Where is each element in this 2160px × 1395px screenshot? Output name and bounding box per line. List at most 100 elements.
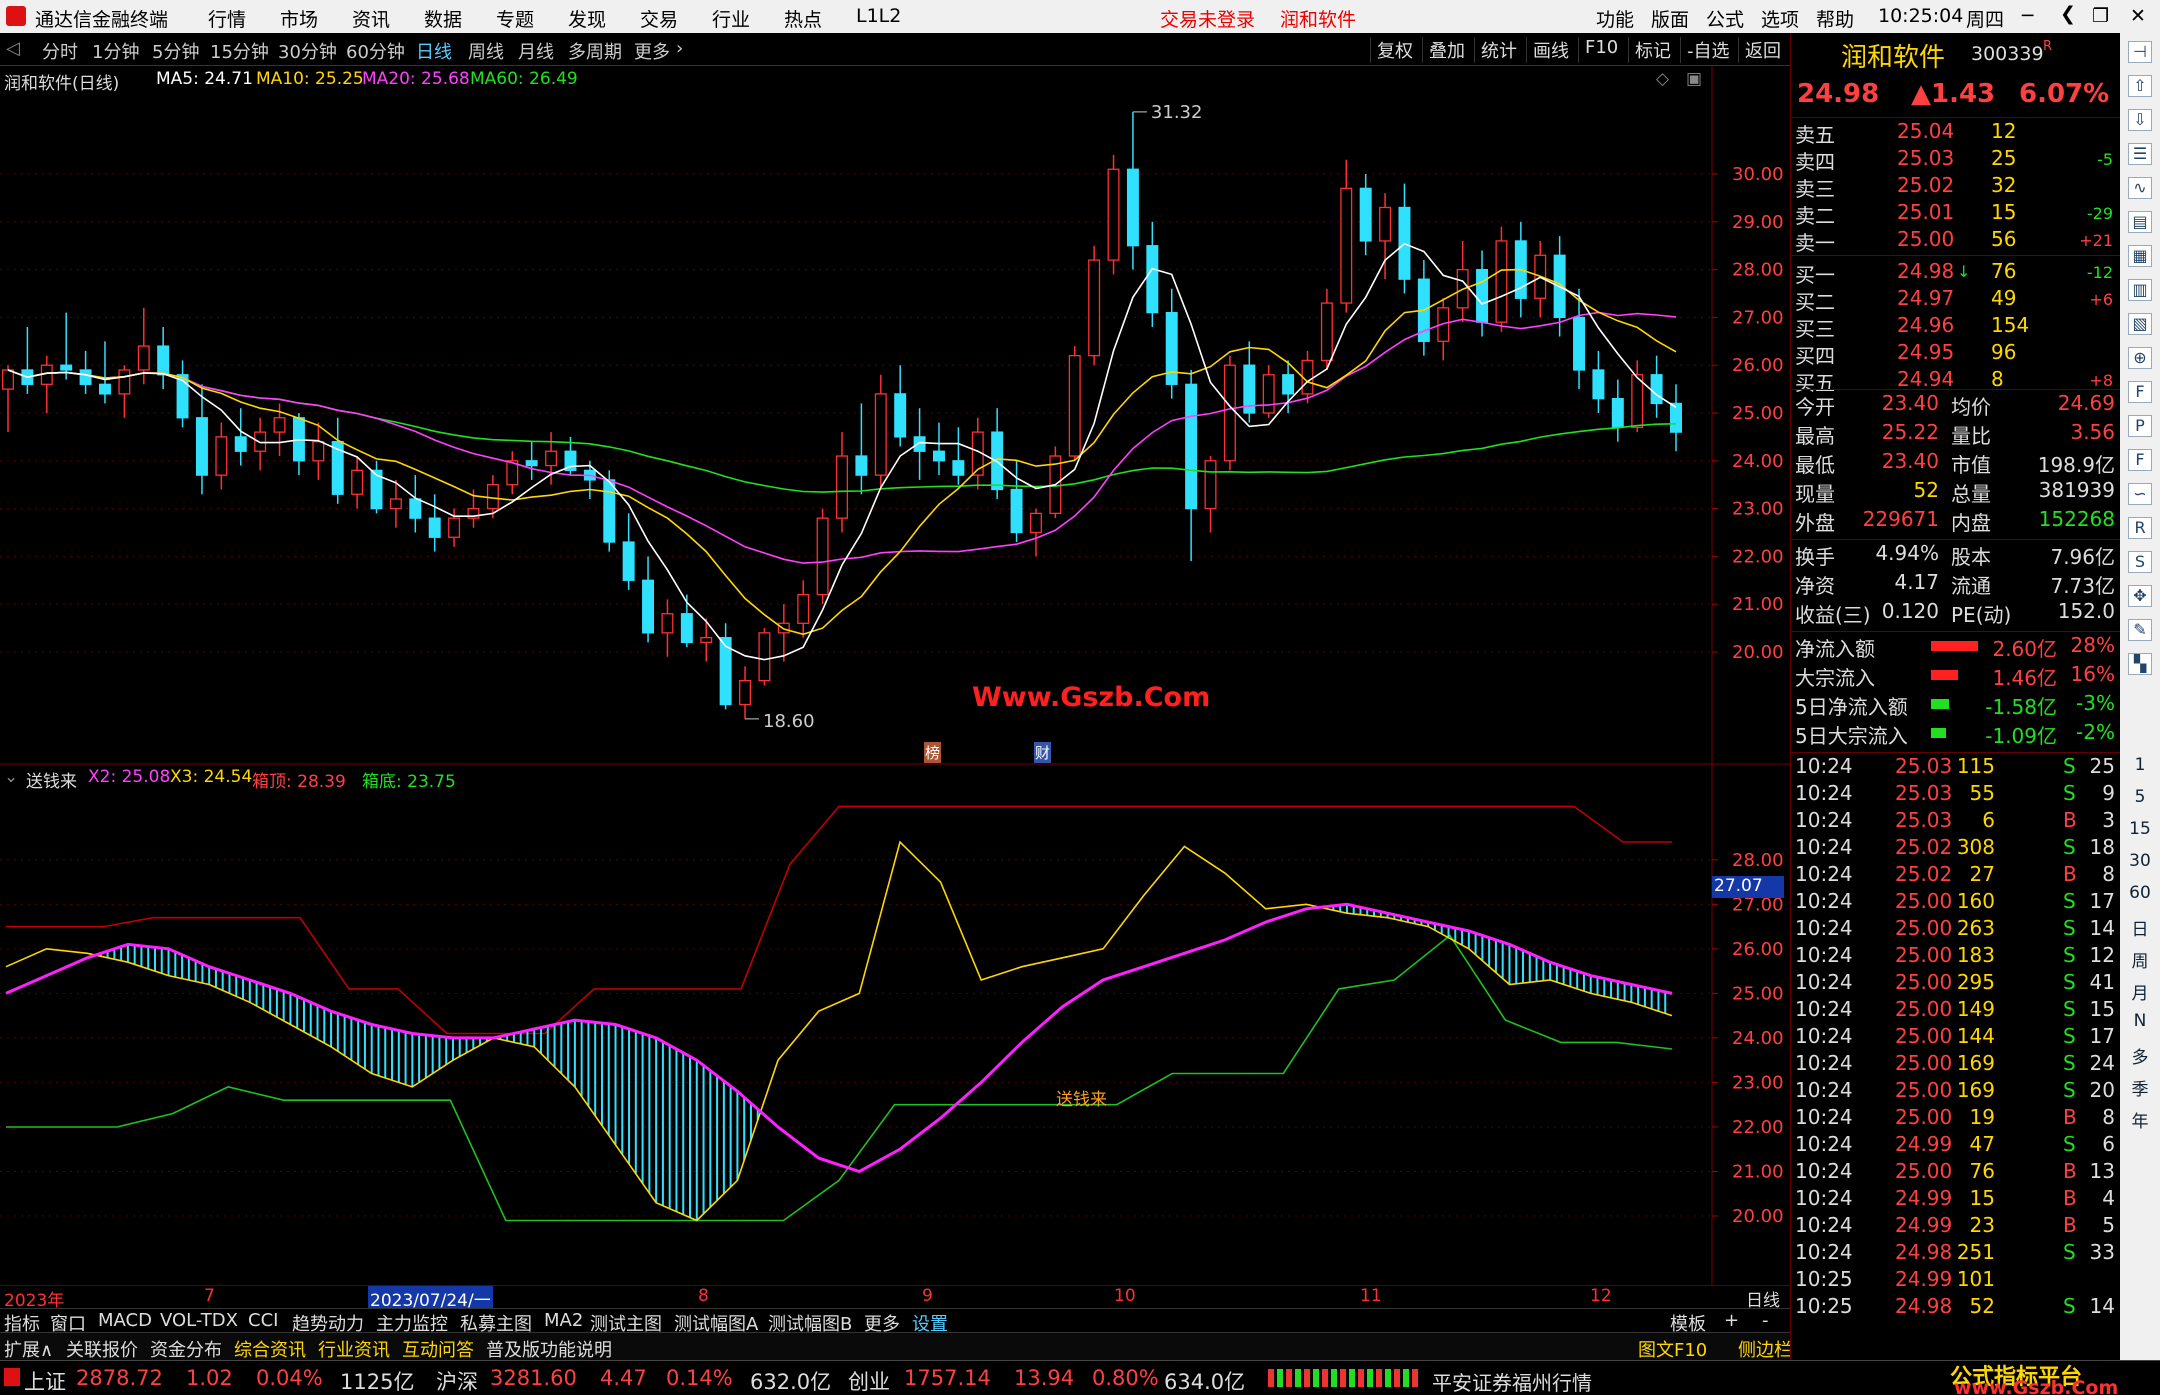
menu-bangzhu[interactable]: 帮助 (1816, 5, 1854, 32)
index-sh-name[interactable]: 上证 (24, 1366, 66, 1395)
menu-shuju[interactable]: 数据 (424, 5, 462, 32)
tab-hangye[interactable]: 行业资讯 (318, 1336, 390, 1362)
down-icon[interactable]: ⇩ (2128, 109, 2152, 131)
menu-redian[interactable]: 热点 (784, 5, 822, 32)
ask-row[interactable]: 卖一 25.00 56 +21 (1791, 227, 2121, 255)
menu-banmian[interactable]: 版面 (1651, 5, 1689, 32)
period-more[interactable]: 更多 (634, 38, 670, 64)
finance-marker[interactable]: 财 (1034, 742, 1052, 763)
grid-icon[interactable]: ▦ (2128, 245, 2152, 267)
tool-zixuan[interactable]: -自选 (1680, 37, 1736, 63)
day-button[interactable]: 日 (2128, 915, 2152, 940)
doc-icon[interactable]: ▧ (2128, 313, 2152, 335)
tab-puji[interactable]: 普及版功能说明 (486, 1336, 612, 1362)
rsi-icon[interactable]: R (2128, 517, 2152, 539)
ask-row[interactable]: 卖五 25.04 12 (1791, 119, 2121, 147)
list-icon[interactable]: ☰ (2128, 143, 2152, 165)
tab-tuwen-f10[interactable]: 图文F10 (1638, 1336, 1707, 1362)
period-60min[interactable]: 60分钟 (346, 38, 405, 64)
period-week[interactable]: 周线 (468, 38, 504, 64)
minimize-icon[interactable]: ─ (2022, 5, 2033, 27)
rank-marker[interactable]: 榜 (924, 742, 942, 763)
period-multi[interactable]: 多周期 (568, 38, 622, 64)
wave-icon[interactable]: ∽ (2128, 483, 2152, 505)
zoom-icon[interactable]: ⊕ (2128, 347, 2152, 369)
p-icon[interactable]: P (2128, 415, 2152, 437)
ask-row[interactable]: 卖三 25.02 32 (1791, 173, 2121, 201)
tool-fuquan[interactable]: 复权 (1370, 37, 1419, 63)
n-button[interactable]: N (2128, 1011, 2152, 1033)
menu-gongshi[interactable]: 公式 (1706, 5, 1744, 32)
menu-xuanxiang[interactable]: 选项 (1761, 5, 1799, 32)
tab-ma2[interactable]: MA2 (544, 1310, 583, 1331)
season-button[interactable]: 多 (2128, 1043, 2152, 1068)
indicator-chart[interactable]: 28.00 27.00 26.00 25.00 24.00 23.00 22.00 21.00… (0, 765, 1790, 1285)
tool-tongji[interactable]: 统计 (1474, 37, 1523, 63)
f2-icon[interactable]: F (2128, 381, 2152, 403)
menu-zixun[interactable]: 资讯 (352, 5, 390, 32)
menu-zhuanti[interactable]: 专题 (496, 5, 534, 32)
diamond-icon[interactable]: ◇ (1656, 69, 1669, 89)
period-5min[interactable]: 5分钟 (152, 38, 199, 64)
trade-login-notice[interactable]: 交易未登录 (1160, 5, 1255, 32)
s-icon[interactable]: S (2128, 551, 2152, 573)
chevron-right-icon[interactable]: › (676, 38, 683, 59)
thirty-button[interactable]: 30 (2128, 851, 2152, 873)
menu-hangqing[interactable]: 行情 (208, 5, 246, 32)
bid-row[interactable]: 买四 24.95 96 (1791, 340, 2121, 368)
one-button[interactable]: 1 (2128, 755, 2152, 777)
bid-row[interactable]: 买一 24.98 ↓ 76 -12 (1791, 259, 2121, 287)
bid-row[interactable]: 买三 24.96 154 (1791, 313, 2121, 341)
period-fenshi[interactable]: 分时 (42, 38, 78, 64)
tab-kuozhan[interactable]: 扩展∧ (4, 1336, 53, 1362)
menu-shichang[interactable]: 市场 (280, 5, 318, 32)
layers-icon[interactable]: ▚ (2128, 653, 2152, 675)
tab-vol[interactable]: VOL-TDX (160, 1310, 238, 1331)
tab-guanlian[interactable]: 关联报价 (66, 1336, 138, 1362)
tab-macd[interactable]: MACD (98, 1310, 152, 1331)
bid-row[interactable]: 买二 24.97 49 +6 (1791, 286, 2121, 314)
menu-l1l2[interactable]: L1L2 (856, 5, 901, 27)
five-button[interactable]: 5 (2128, 787, 2152, 809)
undefined-button[interactable]: 年 (2128, 1107, 2152, 1132)
f2b-icon[interactable]: F (2128, 449, 2152, 471)
period-15min[interactable]: 15分钟 (210, 38, 269, 64)
indicator-toggle-icon[interactable]: ⌄ (4, 767, 18, 787)
pane-close-icon[interactable]: ▣ (1686, 69, 1702, 89)
pane-icon[interactable]: ▥ (2128, 279, 2152, 301)
menu-gongneng[interactable]: 功能 (1596, 5, 1634, 32)
month-button[interactable]: 月 (2128, 979, 2152, 1004)
year-button[interactable]: 季 (2128, 1075, 2152, 1100)
move-icon[interactable]: ✥ (2128, 585, 2152, 607)
week-button[interactable]: 周 (2128, 947, 2152, 972)
tab-cci[interactable]: CCI (248, 1310, 278, 1331)
period-30min[interactable]: 30分钟 (278, 38, 337, 64)
menu-faxian[interactable]: 发现 (568, 5, 606, 32)
chart-icon[interactable]: ∿ (2128, 177, 2152, 199)
tool-f10[interactable]: F10 (1578, 37, 1624, 63)
tool-fanhui[interactable]: 返回 (1738, 37, 1787, 63)
pin-icon[interactable]: ⊣ (2128, 41, 2152, 63)
ask-row[interactable]: 卖四 25.03 25 -5 (1791, 146, 2121, 174)
restore-icon[interactable]: ❐ (2092, 5, 2109, 27)
period-1min[interactable]: 1分钟 (92, 38, 139, 64)
tool-diejia[interactable]: 叠加 (1422, 37, 1471, 63)
tab-zijin[interactable]: 资金分布 (150, 1336, 222, 1362)
candlestick-chart[interactable]: 30.00 29.00 28.00 27.00 26.00 25.00 24.00 23.00… (0, 66, 1790, 765)
fifteen-button[interactable]: 15 (2128, 819, 2152, 841)
menu-jiaoyi[interactable]: 交易 (640, 5, 678, 32)
tab-remove[interactable]: - (1762, 1310, 1769, 1331)
tool-huaxian[interactable]: 画线 (1526, 37, 1575, 63)
sixty-button[interactable]: 60 (2128, 883, 2152, 905)
menu-hangye[interactable]: 行业 (712, 5, 750, 32)
ask-row[interactable]: 卖二 25.01 15 -29 (1791, 200, 2121, 228)
period-month[interactable]: 月线 (518, 38, 554, 64)
tab-hudong[interactable]: 互动问答 (402, 1336, 474, 1362)
chevron-left-icon[interactable]: ❮ (2060, 3, 2076, 25)
pen-icon[interactable]: ✎ (2128, 619, 2152, 641)
tab-zonghe[interactable]: 综合资讯 (234, 1336, 306, 1362)
index-cy-name[interactable]: 创业 (848, 1366, 890, 1395)
index-hs-name[interactable]: 沪深 (436, 1366, 478, 1395)
close-icon[interactable]: ✕ (2130, 5, 2146, 27)
table-icon[interactable]: ▤ (2128, 211, 2152, 233)
